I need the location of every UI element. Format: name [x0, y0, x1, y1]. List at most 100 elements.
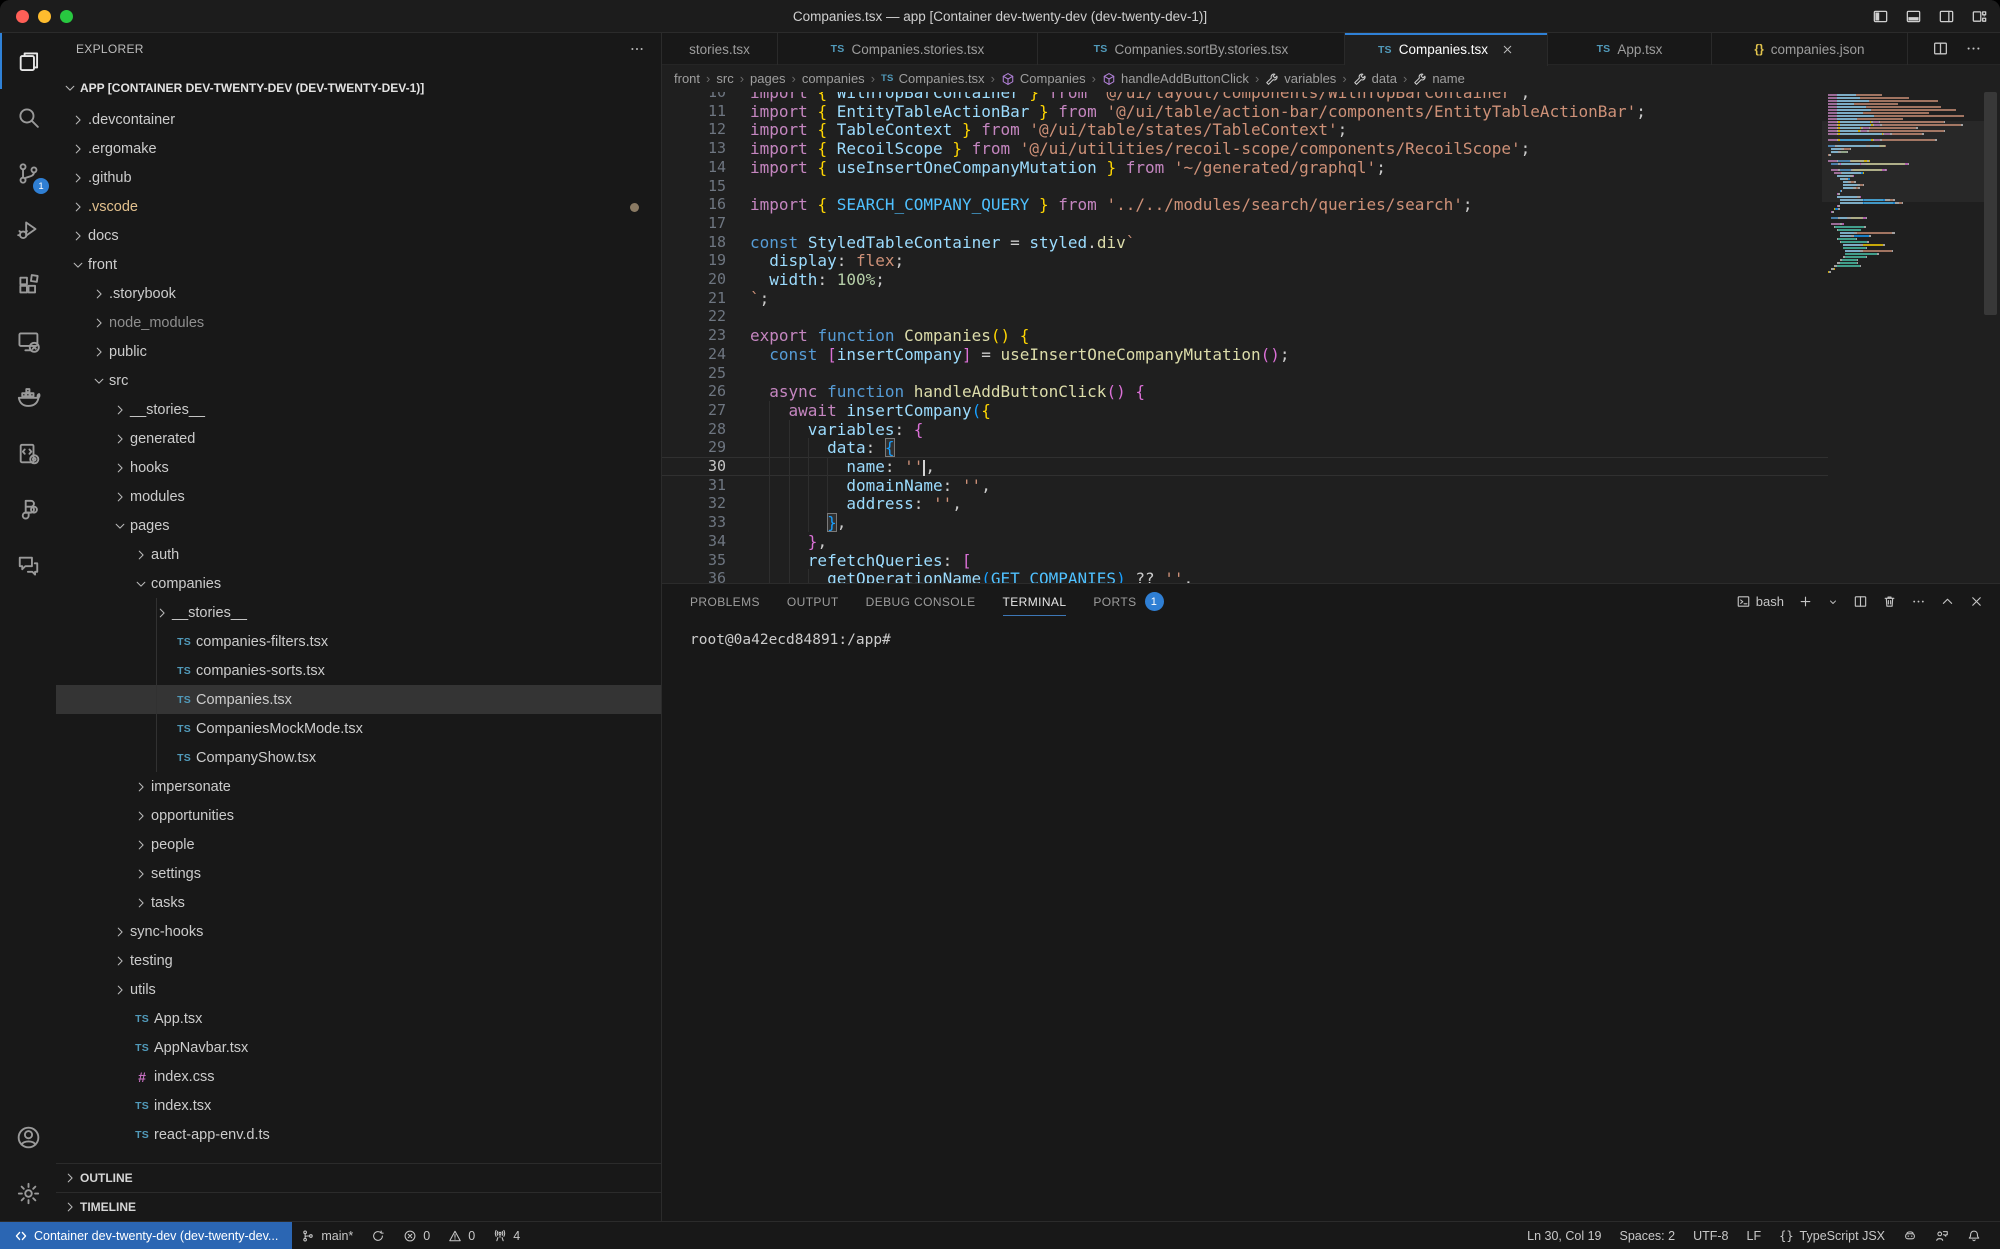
tab-stories-tsx[interactable]: stories.tsx: [662, 33, 778, 65]
tree-item-companies-tsx[interactable]: TSCompanies.tsx: [56, 685, 661, 714]
tree-item-companies-sorts-tsx[interactable]: TScompanies-sorts.tsx: [56, 656, 661, 685]
outline-section[interactable]: OUTLINE: [56, 1163, 661, 1192]
breadcrumb-item-front[interactable]: front: [674, 71, 700, 86]
activity-item-figma[interactable]: [0, 481, 56, 537]
maximize-panel-icon[interactable]: [1940, 594, 1955, 609]
terminal-profile-dropdown-icon[interactable]: [1827, 596, 1839, 608]
tree-item-src[interactable]: src: [56, 366, 661, 395]
panel-tab-problems[interactable]: PROBLEMS: [690, 584, 760, 619]
minimap[interactable]: [1828, 94, 1978, 274]
close-icon[interactable]: [1501, 43, 1514, 56]
line-number-16[interactable]: 16: [662, 195, 726, 214]
activity-item-docker[interactable]: [0, 369, 56, 425]
tree-item-front[interactable]: front: [56, 250, 661, 279]
code-editor[interactable]: 1011121314151617181920212223242526272829…: [662, 92, 2000, 583]
breadcrumb-item-companies-tsx[interactable]: TSCompanies.tsx: [881, 71, 985, 86]
tree-item-settings[interactable]: settings: [56, 859, 661, 888]
tree-item-index-css[interactable]: #index.css: [56, 1062, 661, 1091]
tree-item-node_modules[interactable]: node_modules: [56, 308, 661, 337]
tree-item-modules[interactable]: modules: [56, 482, 661, 511]
panel-tab-output[interactable]: OUTPUT: [787, 584, 839, 619]
line-number-27[interactable]: 27: [662, 401, 726, 420]
panel-tab-ports[interactable]: PORTS1: [1093, 584, 1163, 619]
line-number-15[interactable]: 15: [662, 177, 726, 196]
tree-item-appnavbar-tsx[interactable]: TSAppNavbar.tsx: [56, 1033, 661, 1062]
line-number-30[interactable]: 30: [662, 457, 726, 476]
status-indentation[interactable]: Spaces: 2: [1610, 1222, 1684, 1249]
split-editor-icon[interactable]: [1932, 40, 1949, 57]
zoom-window-button[interactable]: [60, 10, 73, 23]
tree-item-__stories__[interactable]: __stories__: [56, 395, 661, 424]
line-number-34[interactable]: 34: [662, 532, 726, 551]
tree-item-hooks[interactable]: hooks: [56, 453, 661, 482]
line-number-31[interactable]: 31: [662, 476, 726, 495]
status-error-count[interactable]: 0: [394, 1222, 439, 1249]
close-panel-icon[interactable]: [1969, 594, 1984, 609]
status-eol[interactable]: LF: [1738, 1222, 1771, 1249]
tab-app-tsx[interactable]: TSApp.tsx: [1548, 33, 1712, 65]
new-terminal-icon[interactable]: [1798, 594, 1813, 609]
kill-terminal-icon[interactable]: [1882, 594, 1897, 609]
line-number-17[interactable]: 17: [662, 214, 726, 233]
layout-panel-icon[interactable]: [1905, 8, 1922, 25]
line-number-29[interactable]: 29: [662, 438, 726, 457]
line-number-26[interactable]: 26: [662, 382, 726, 401]
tree-item--devcontainer[interactable]: .devcontainer: [56, 105, 661, 134]
tree-item-index-tsx[interactable]: TSindex.tsx: [56, 1091, 661, 1120]
status-encoding[interactable]: UTF-8: [1684, 1222, 1737, 1249]
tree-item-utils[interactable]: utils: [56, 975, 661, 1004]
close-window-button[interactable]: [16, 10, 29, 23]
explorer-section-header[interactable]: APP [CONTAINER DEV-TWENTY-DEV (DEV-TWENT…: [56, 75, 661, 101]
split-terminal-icon[interactable]: [1853, 594, 1868, 609]
status-warning-count[interactable]: 0: [439, 1222, 484, 1249]
tab-companies-sortby-stories-tsx[interactable]: TSCompanies.sortBy.stories.tsx: [1038, 33, 1345, 65]
timeline-section[interactable]: TIMELINE: [56, 1192, 661, 1221]
terminal-profile[interactable]: bash: [1736, 594, 1784, 609]
status-language-mode[interactable]: {}TypeScript JSX: [1770, 1222, 1894, 1249]
line-number-20[interactable]: 20: [662, 270, 726, 289]
breadcrumb-item-pages[interactable]: pages: [750, 71, 785, 86]
tree-item-react-app-env-d-ts[interactable]: TSreact-app-env.d.ts: [56, 1120, 661, 1149]
status-copilot[interactable]: [1894, 1222, 1926, 1249]
explorer-more-actions-icon[interactable]: [629, 41, 645, 57]
line-number-18[interactable]: 18: [662, 233, 726, 252]
line-number-36[interactable]: 36: [662, 569, 726, 583]
layout-customize-icon[interactable]: [1971, 8, 1988, 25]
tree-item-opportunities[interactable]: opportunities: [56, 801, 661, 830]
layout-sidebar-left-icon[interactable]: [1872, 8, 1889, 25]
tree-item-app-tsx[interactable]: TSApp.tsx: [56, 1004, 661, 1033]
line-number-13[interactable]: 13: [662, 139, 726, 158]
breadcrumb-item-name[interactable]: name: [1413, 71, 1465, 86]
tree-item-companies-filters-tsx[interactable]: TScompanies-filters.tsx: [56, 627, 661, 656]
line-number-10[interactable]: 10: [662, 92, 726, 102]
line-number-35[interactable]: 35: [662, 551, 726, 570]
line-number-33[interactable]: 33: [662, 513, 726, 532]
tree-item-generated[interactable]: generated: [56, 424, 661, 453]
tree-item-__stories__[interactable]: __stories__: [56, 598, 661, 627]
activity-item-dev-containers[interactable]: [0, 425, 56, 481]
tree-item-companies[interactable]: companies: [56, 569, 661, 598]
status-git-branch[interactable]: main*: [292, 1222, 362, 1249]
breadcrumb-item-companies[interactable]: Companies: [1001, 71, 1086, 86]
line-number-12[interactable]: 12: [662, 120, 726, 139]
breadcrumb-item-src[interactable]: src: [716, 71, 733, 86]
tree-item-public[interactable]: public: [56, 337, 661, 366]
layout-sidebar-right-icon[interactable]: [1938, 8, 1955, 25]
panel-tab-terminal[interactable]: TERMINAL: [1003, 584, 1067, 619]
line-number-25[interactable]: 25: [662, 364, 726, 383]
status-feedback[interactable]: [1926, 1222, 1958, 1249]
activity-item-extensions[interactable]: [0, 257, 56, 313]
activity-item-remote-explorer[interactable]: [0, 313, 56, 369]
tree-item--ergomake[interactable]: .ergomake: [56, 134, 661, 163]
tree-item-companiesmockmode-tsx[interactable]: TSCompaniesMockMode.tsx: [56, 714, 661, 743]
tree-item-impersonate[interactable]: impersonate: [56, 772, 661, 801]
tree-item-people[interactable]: people: [56, 830, 661, 859]
tab-companies-stories-tsx[interactable]: TSCompanies.stories.tsx: [778, 33, 1038, 65]
tab-companies-tsx[interactable]: TSCompanies.tsx: [1345, 33, 1548, 66]
editor-more-actions-icon[interactable]: [1965, 40, 1982, 57]
status-forwarded-ports[interactable]: 4: [484, 1222, 529, 1249]
activity-item-settings[interactable]: [0, 1165, 56, 1221]
status-remote-indicator[interactable]: Container dev-twenty-dev (dev-twenty-dev…: [0, 1222, 292, 1249]
editor-scrollbar[interactable]: [1984, 92, 1997, 315]
tree-item--storybook[interactable]: .storybook: [56, 279, 661, 308]
